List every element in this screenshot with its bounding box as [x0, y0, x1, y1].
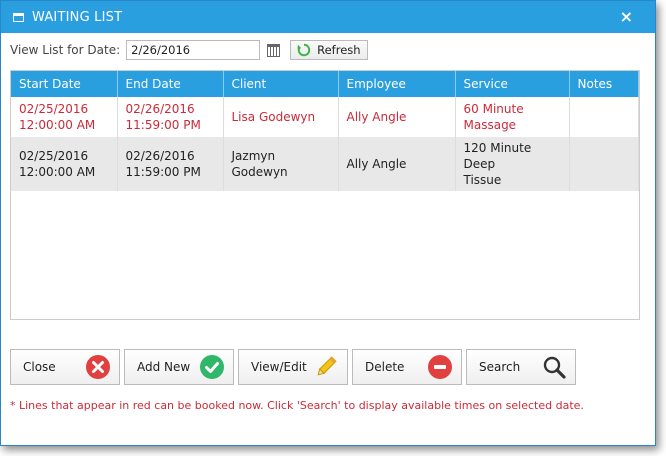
delete-button-label: Delete	[365, 360, 405, 374]
view-edit-button-label: View/Edit	[251, 360, 307, 374]
title-bar: WAITING LIST ×	[1, 1, 655, 33]
refresh-label: Refresh	[317, 43, 361, 57]
cell-service: 60 Minute Massage	[455, 97, 570, 137]
cell-end-date: 02/26/2016 11:59:00 PM	[117, 97, 224, 137]
cell-start-date: 02/25/2016 12:00:00 AM	[11, 137, 118, 191]
add-new-button-label: Add New	[137, 360, 191, 374]
action-buttons: Close Add New View/Edit Delete Search	[10, 349, 576, 385]
table-row[interactable]: 02/25/2016 12:00:00 AM 02/26/2016 11:59:00…	[11, 97, 639, 137]
column-header-employee[interactable]: Employee	[338, 71, 456, 97]
close-icon[interactable]: ×	[620, 7, 633, 26]
view-edit-button[interactable]: View/Edit	[238, 349, 348, 385]
cell-end-date: 02/26/2016 11:59:00 PM	[117, 137, 224, 191]
column-header-service[interactable]: Service	[455, 71, 570, 97]
column-header-client[interactable]: Client	[223, 71, 339, 97]
column-header-start-date[interactable]: Start Date	[11, 71, 118, 97]
pencil-icon	[317, 356, 337, 376]
table-row[interactable]: 02/25/2016 12:00:00 AM 02/26/2016 11:59:00…	[11, 137, 639, 191]
column-header-end-date[interactable]: End Date	[117, 71, 224, 97]
cell-client: Jazmyn Godewyn	[223, 137, 339, 191]
search-button[interactable]: Search	[466, 349, 576, 385]
add-new-button[interactable]: Add New	[124, 349, 234, 385]
dialog-title: WAITING LIST	[32, 9, 123, 25]
cell-employee: Ally Angle	[338, 97, 456, 137]
cell-start-date: 02/25/2016 12:00:00 AM	[11, 97, 118, 137]
close-button-label: Close	[23, 360, 56, 374]
close-circle-icon	[86, 355, 110, 379]
cell-client: Lisa Godewyn	[223, 97, 339, 137]
waiting-list-dialog: WAITING LIST × View List for Date: Refre…	[0, 0, 656, 446]
magnifier-icon	[543, 356, 566, 379]
calendar-icon[interactable]	[267, 43, 281, 57]
cell-employee: Ally Angle	[338, 137, 456, 191]
bookable-footnote: * Lines that appear in red can be booked…	[10, 399, 584, 412]
cell-service: 120 Minute Deep Tissue	[455, 137, 570, 191]
date-filter-row: View List for Date: Refresh	[10, 39, 369, 61]
search-button-label: Search	[479, 360, 521, 374]
table-header-row: Start Date End Date Client Employee Serv…	[11, 71, 639, 97]
cell-notes	[569, 137, 639, 191]
minus-circle-icon	[428, 355, 452, 379]
window-icon	[13, 12, 24, 22]
column-header-notes[interactable]: Notes	[569, 71, 639, 97]
checkmark-icon	[200, 355, 224, 379]
cell-notes	[569, 97, 639, 137]
delete-button[interactable]: Delete	[352, 349, 462, 385]
close-button[interactable]: Close	[10, 349, 120, 385]
date-label: View List for Date:	[10, 43, 121, 57]
waiting-list-table: Start Date End Date Client Employee Serv…	[10, 70, 640, 320]
refresh-button[interactable]: Refresh	[290, 40, 369, 60]
date-input[interactable]	[126, 40, 261, 60]
refresh-icon	[297, 43, 311, 57]
